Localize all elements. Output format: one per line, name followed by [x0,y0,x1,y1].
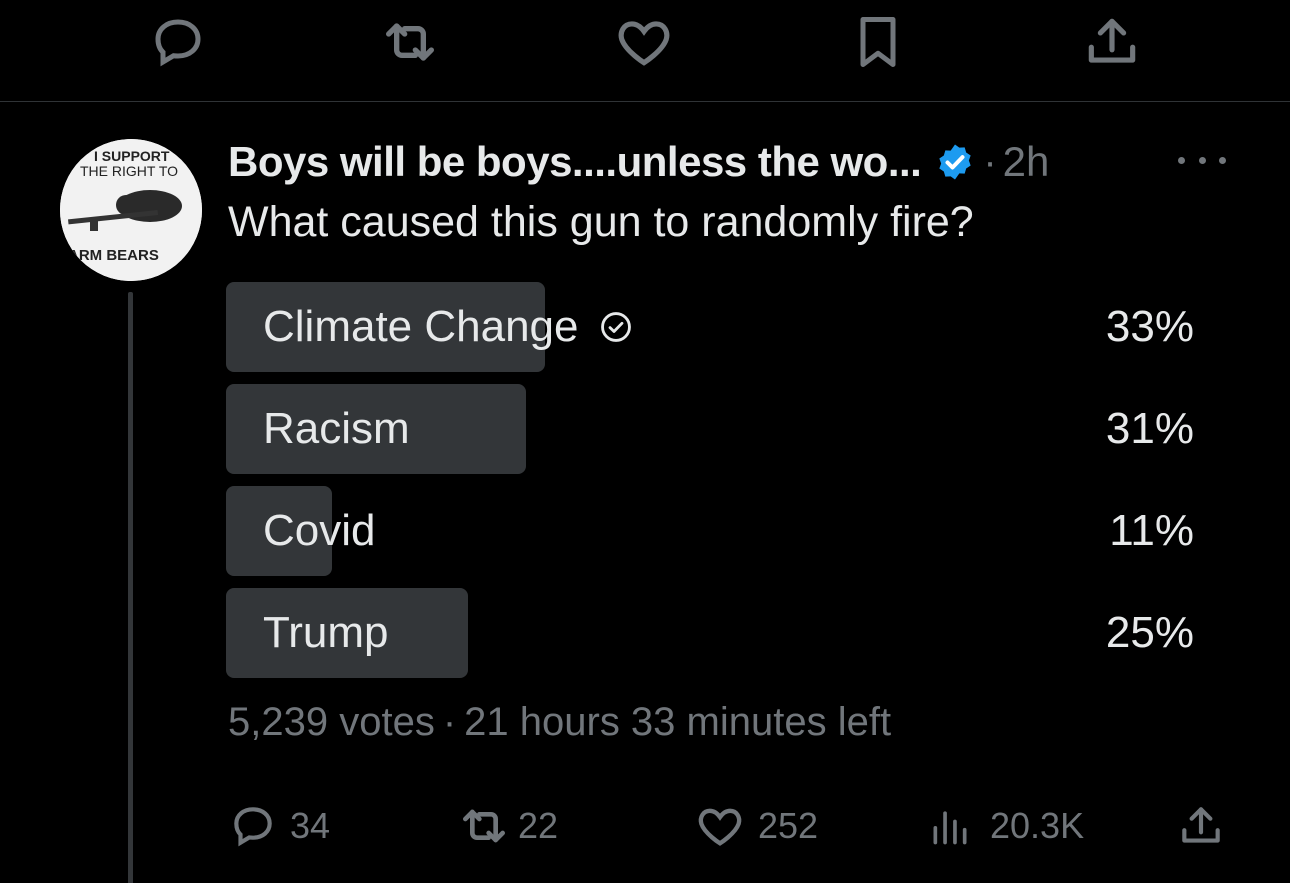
like-count: 252 [758,805,819,846]
poll-option-percent: 25% [1105,608,1194,657]
tweet-divider [0,101,1290,102]
avatar-text-1: I SUPPORT [94,148,170,164]
poll-option-label: Trump [263,608,389,657]
poll-option-label: Covid [263,506,376,555]
reply-icon[interactable] [146,10,210,74]
retweet-count: 22 [518,805,559,846]
retweet-button[interactable]: 22 [456,796,558,856]
poll-option: Climate Change 33% [226,282,1194,372]
retweet-icon [456,798,512,854]
avatar[interactable]: I SUPPORT THE RIGHT TO ARM BEARS [60,139,202,281]
header-separator: · [983,139,997,184]
poll-meta-separator: · [442,700,457,744]
like-button[interactable]: 252 [694,796,818,856]
more-options-icon[interactable] [1178,150,1226,170]
tweet-time[interactable]: 2h [1003,138,1050,186]
tweet-header: Boys will be boys....unless the wo... · … [228,136,1049,188]
reply-button[interactable]: 34 [228,796,330,856]
like-icon [694,800,746,852]
like-icon[interactable] [612,10,676,74]
views-chart-icon [928,804,972,848]
tweet-text: What caused this gun to randomly fire? [228,198,974,246]
check-circle-icon [599,310,633,344]
verified-badge-icon[interactable] [935,142,975,182]
poll-option: Trump 25% [226,588,1194,678]
poll-option-percent: 33% [1105,302,1194,351]
poll-option-label: Racism [263,404,410,453]
share-button[interactable] [1176,796,1226,856]
reply-icon [228,801,278,851]
poll-option-label: Climate Change [263,302,579,351]
share-icon[interactable] [1080,10,1144,74]
bookmark-icon[interactable] [846,10,910,74]
previous-tweet-actions [0,0,1290,102]
tweet-actions: 34 22 252 20.3K [228,796,1228,856]
poll-meta: 5,239 votes · 21 hours 33 minutes left [228,700,891,745]
poll-option-percent: 31% [1105,404,1194,453]
thread-line [128,292,133,883]
poll-votes: 5,239 votes [228,700,435,744]
tweet-thread-view: I SUPPORT THE RIGHT TO ARM BEARS Boys wi… [0,0,1290,883]
avatar-text-3: ARM BEARS [68,247,159,264]
poll-option: Covid 11% [226,486,1194,576]
poll-time-left: 21 hours 33 minutes left [464,700,892,744]
poll-option-percent: 11% [1109,506,1194,555]
avatar-image: I SUPPORT THE RIGHT TO ARM BEARS [60,139,202,281]
poll-option: Racism 31% [226,384,1194,474]
view-count: 20.3K [990,805,1085,846]
reply-count: 34 [290,805,331,846]
views-button[interactable]: 20.3K [928,796,1084,856]
share-icon [1176,801,1226,851]
avatar-text-2: THE RIGHT TO [80,163,178,179]
retweet-icon[interactable] [378,10,442,74]
author-name[interactable]: Boys will be boys....unless the wo... [228,138,922,186]
